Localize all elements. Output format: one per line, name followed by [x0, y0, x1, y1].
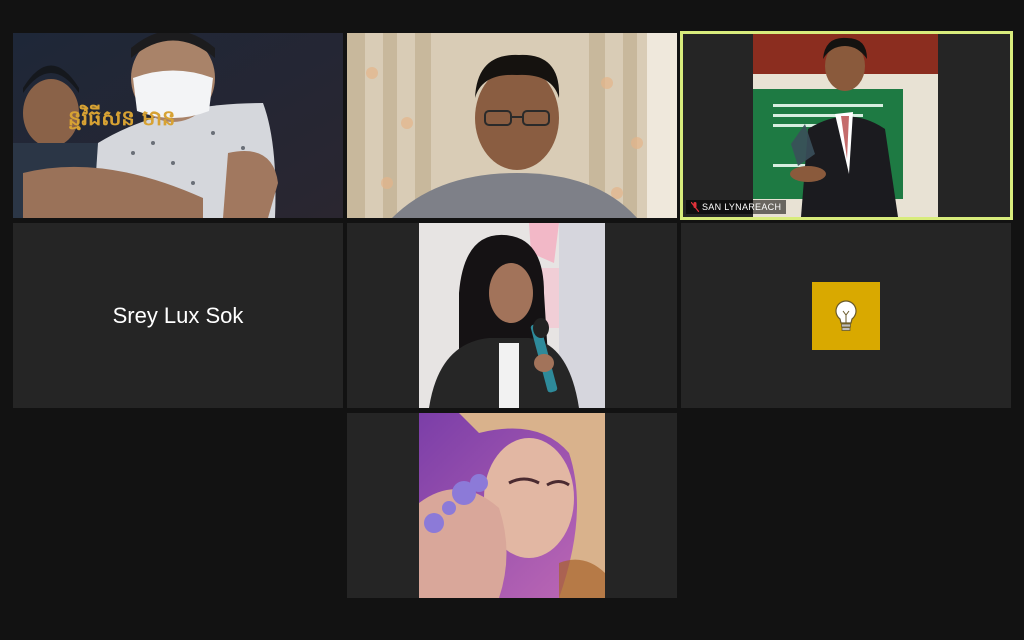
video-feed-man-glasses — [347, 33, 677, 218]
participant-name-label: SAN LYNAREACH — [686, 200, 787, 214]
participant-tile-6[interactable] — [681, 223, 1011, 408]
mic-muted-icon — [691, 202, 699, 212]
participant-tile-2[interactable] — [347, 33, 677, 218]
lightbulb-icon — [835, 299, 857, 331]
video-feed-woman-microphone — [419, 223, 605, 408]
participant-avatar — [812, 281, 880, 350]
participant-tile-7[interactable] — [347, 413, 677, 598]
overlay-text: ន្មវិធីសន មាន — [68, 104, 175, 131]
participant-name: Srey Lux Sok — [112, 302, 244, 328]
video-feed-purple-portrait — [419, 413, 605, 598]
participant-tile-3[interactable]: SAN LYNAREACH — [680, 31, 1013, 220]
participant-tile-5[interactable] — [347, 223, 677, 408]
participant-tile-1[interactable]: ន្មវិធីសន មាន — [13, 33, 343, 218]
video-feed-man-suit — [753, 34, 938, 217]
participant-tile-4[interactable]: Srey Lux Sok — [13, 223, 343, 408]
participant-name: SAN LYNAREACH — [702, 202, 782, 212]
video-feed-two-people: ន្មវិធីសន មាន — [13, 33, 343, 218]
